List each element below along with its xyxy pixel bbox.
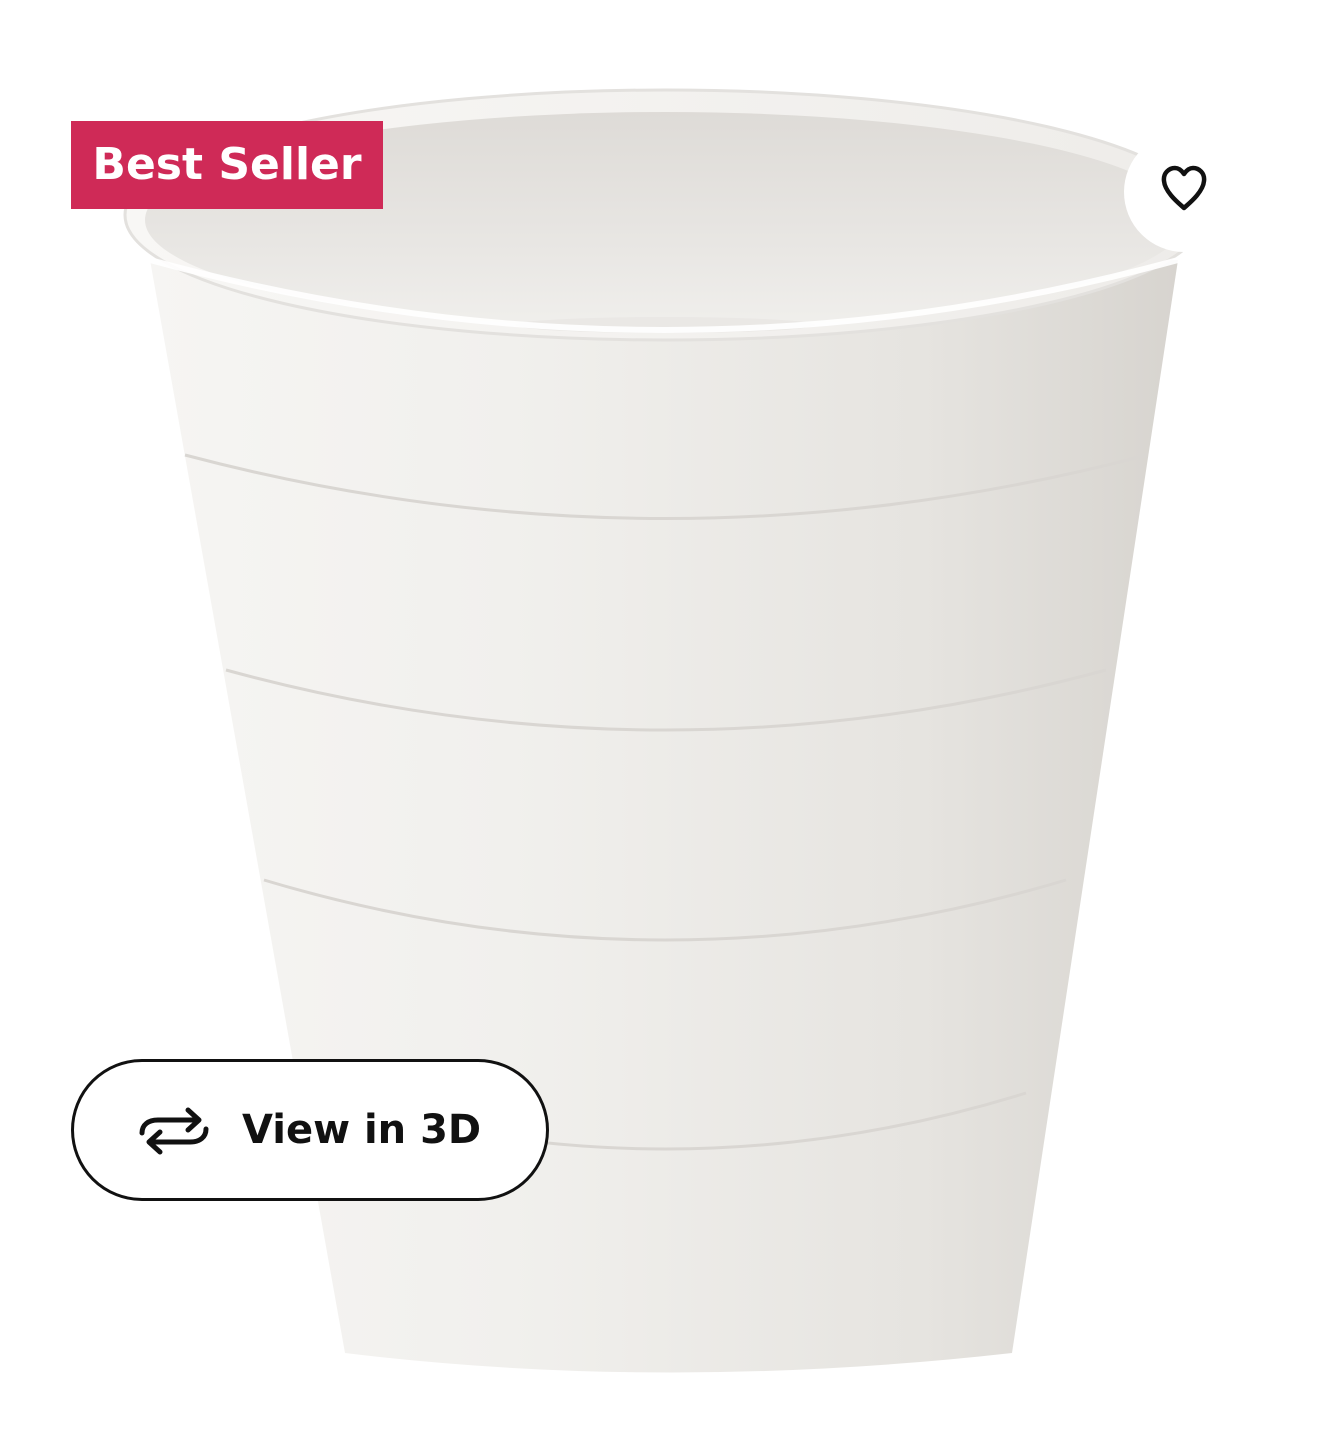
heart-icon [1161,165,1207,211]
bin-body [150,260,1178,1373]
product-gallery: Best Seller View in 3D [0,0,1337,1440]
add-to-favourites-button[interactable] [1124,132,1244,252]
best-seller-badge: Best Seller [71,121,383,209]
rotate-3d-icon [139,1107,209,1155]
view-in-3d-label: View in 3D [242,1107,482,1153]
view-in-3d-button[interactable]: View in 3D [71,1059,549,1201]
